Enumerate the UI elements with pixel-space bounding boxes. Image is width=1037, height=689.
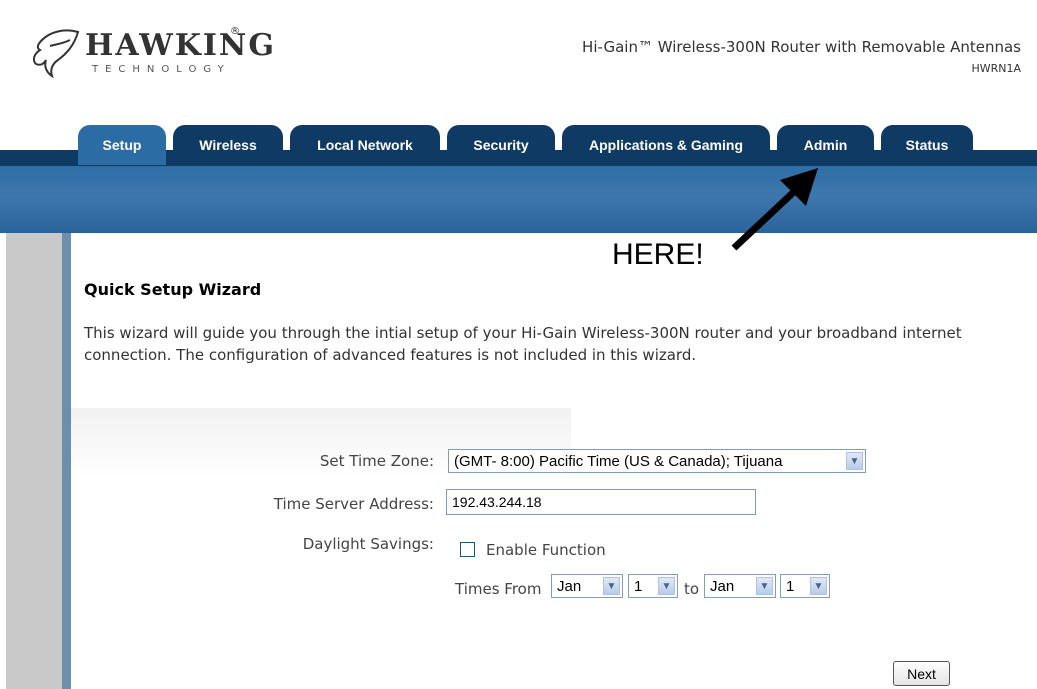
tab-label: Admin: [803, 137, 848, 153]
times-from-label: Times From: [455, 580, 542, 598]
tab-label: Setup: [102, 137, 142, 153]
timezone-value: (GMT- 8:00) Pacific Time (US & Canada); …: [454, 452, 783, 470]
tab-label: Wireless: [199, 137, 257, 153]
logo-wordmark: HAWKING: [85, 28, 276, 63]
tab-label: Status: [905, 137, 949, 153]
subnav-band: [0, 166, 1037, 233]
enable-function-label: Enable Function: [486, 541, 606, 559]
to-day-select[interactable]: 1 ▼: [780, 574, 830, 598]
hawking-logo[interactable]: HAWKING ® TECHNOLOGY: [30, 22, 274, 82]
timeserver-input[interactable]: [446, 489, 756, 515]
daylight-savings-label: Daylight Savings:: [302, 535, 434, 553]
from-day-select[interactable]: 1 ▼: [628, 574, 678, 598]
tab-admin[interactable]: Admin: [777, 125, 874, 165]
tab-label: Security: [473, 137, 529, 153]
left-accent-bar: [62, 233, 71, 689]
chevron-down-icon[interactable]: ▼: [756, 577, 773, 595]
tab-status[interactable]: Status: [881, 125, 973, 165]
tab-applications-gaming[interactable]: Applications & Gaming: [562, 125, 770, 165]
chevron-down-icon[interactable]: ▼: [658, 577, 675, 595]
chevron-down-icon[interactable]: ▼: [810, 577, 827, 595]
timezone-label: Set Time Zone:: [319, 452, 434, 470]
next-button[interactable]: Next: [893, 661, 950, 686]
tab-local-network[interactable]: Local Network: [290, 125, 440, 165]
arrow-pointer-icon: [731, 168, 818, 251]
logo-registered-mark: ®: [230, 26, 240, 37]
logo-subtitle: TECHNOLOGY: [92, 64, 231, 75]
tab-label: Applications & Gaming: [588, 137, 743, 153]
to-label: to: [684, 580, 700, 598]
model-number: HWRN1A: [971, 62, 1021, 75]
timezone-select[interactable]: (GMT- 8:00) Pacific Time (US & Canada); …: [448, 449, 866, 473]
chevron-down-icon[interactable]: ▼: [603, 577, 620, 595]
to-month-select[interactable]: Jan ▼: [704, 574, 776, 598]
page-title: Quick Setup Wizard: [84, 280, 262, 299]
from-month-select[interactable]: Jan ▼: [551, 574, 623, 598]
to-month-value: Jan: [710, 577, 735, 595]
enable-function-checkbox[interactable]: [460, 542, 475, 557]
from-day-value: 1: [634, 577, 643, 595]
wizard-intro: This wizard will guide you through the i…: [84, 324, 962, 364]
to-day-value: 1: [786, 577, 795, 595]
from-month-value: Jan: [557, 577, 582, 595]
tab-security[interactable]: Security: [447, 125, 555, 165]
left-gutter: [6, 233, 62, 689]
tab-label: Local Network: [317, 137, 413, 153]
chevron-down-icon[interactable]: ▼: [846, 452, 863, 470]
product-title: Hi-Gain™ Wireless-300N Router with Remov…: [582, 38, 1021, 56]
hawk-logo-icon: [32, 29, 80, 78]
timeserver-label: Time Server Address:: [273, 495, 434, 513]
tab-wireless[interactable]: Wireless: [173, 125, 283, 165]
tab-setup[interactable]: Setup: [78, 125, 166, 165]
main-nav: Setup Wireless Local Network Security Ap…: [0, 125, 1037, 165]
here-annotation: HERE!: [612, 238, 704, 271]
